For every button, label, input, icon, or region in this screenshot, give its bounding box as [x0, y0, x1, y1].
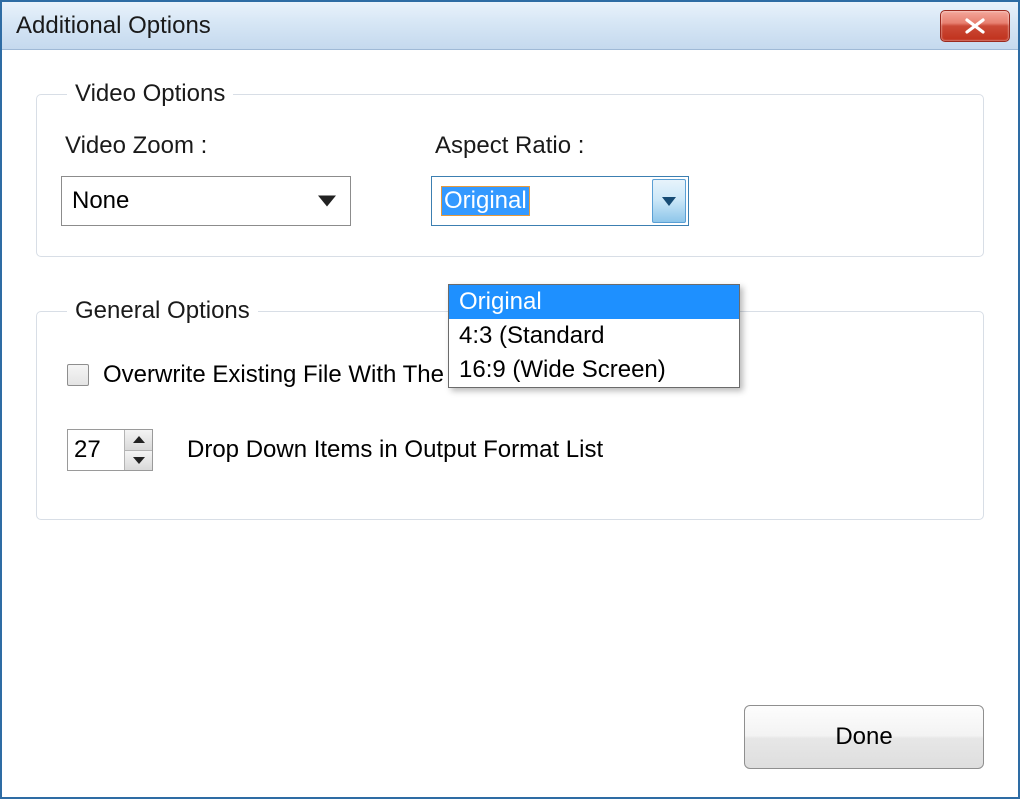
done-button[interactable]: Done: [744, 705, 984, 769]
chevron-up-icon: [133, 436, 145, 443]
overwrite-checkbox[interactable]: [67, 364, 89, 386]
dropdown-count-value: 27: [68, 430, 124, 470]
video-zoom-col: Video Zoom : None: [61, 132, 351, 226]
video-zoom-combo[interactable]: None: [61, 176, 351, 226]
close-button[interactable]: [940, 10, 1010, 42]
spinner-up-button[interactable]: [125, 430, 152, 450]
dialog-content: Video Options Video Zoom : None Aspect R…: [2, 50, 1018, 797]
chevron-down-icon: [133, 457, 145, 464]
aspect-ratio-col: Aspect Ratio : Original: [431, 132, 689, 226]
aspect-ratio-value: Original: [442, 187, 529, 215]
video-options-row: Video Zoom : None Aspect Ratio : Origina…: [61, 132, 959, 226]
video-zoom-label: Video Zoom :: [61, 132, 351, 160]
aspect-ratio-dropdown[interactable]: Original 4:3 (Standard 16:9 (Wide Screen…: [448, 284, 740, 388]
close-icon: [963, 18, 987, 34]
dialog-window: Additional Options Video Options Video Z…: [0, 0, 1020, 799]
spinner-down-button[interactable]: [125, 450, 152, 471]
video-options-legend: Video Options: [67, 80, 233, 108]
done-button-label: Done: [835, 723, 892, 751]
window-title: Additional Options: [16, 12, 211, 40]
dropdown-count-spinner[interactable]: 27: [67, 429, 153, 471]
general-options-legend: General Options: [67, 297, 258, 325]
aspect-option-4-3[interactable]: 4:3 (Standard: [449, 319, 739, 353]
spinner-arrows: [124, 430, 152, 470]
titlebar: Additional Options: [2, 2, 1018, 50]
aspect-ratio-drop-button[interactable]: [652, 179, 686, 223]
video-options-group: Video Options Video Zoom : None Aspect R…: [36, 80, 984, 257]
aspect-ratio-combo[interactable]: Original: [431, 176, 689, 226]
dropdown-count-label: Drop Down Items in Output Format List: [187, 436, 603, 464]
dropdown-count-row: 27 Drop Down Items in Output Format List: [67, 429, 959, 471]
chevron-down-icon: [318, 196, 336, 207]
video-zoom-value: None: [72, 187, 129, 215]
dialog-footer: Done: [744, 705, 984, 769]
chevron-down-icon: [662, 197, 676, 206]
aspect-option-original[interactable]: Original: [449, 285, 739, 319]
aspect-option-16-9[interactable]: 16:9 (Wide Screen): [449, 353, 739, 387]
aspect-ratio-label: Aspect Ratio :: [431, 132, 689, 160]
